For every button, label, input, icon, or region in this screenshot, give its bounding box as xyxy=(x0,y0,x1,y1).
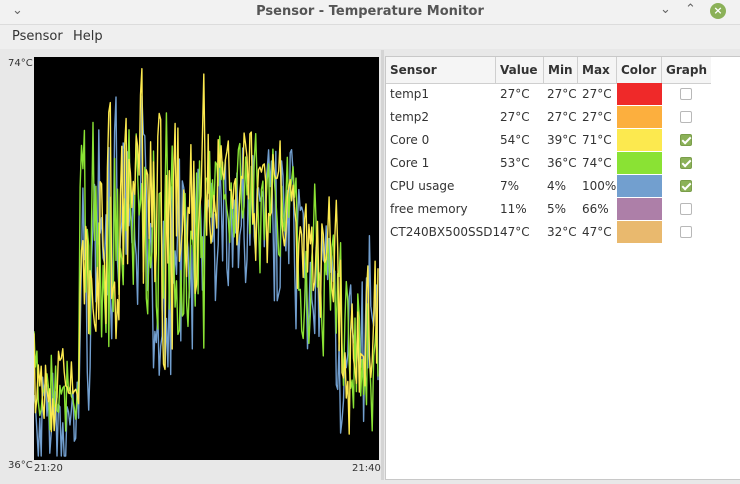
sensor-name: CT240BX500SSD1 xyxy=(390,225,501,239)
close-icon[interactable]: × xyxy=(710,3,726,19)
sensor-value: 53°C xyxy=(500,156,530,170)
sensor-min: 27°C xyxy=(547,110,577,124)
sensor-value: 27°C xyxy=(500,110,530,124)
column-header-max[interactable]: Max xyxy=(578,57,617,83)
sensor-min: 27°C xyxy=(547,87,577,101)
color-swatch[interactable] xyxy=(617,129,662,151)
window-title: Psensor - Temperature Monitor xyxy=(256,4,484,19)
graph-checkbox[interactable] xyxy=(680,88,692,100)
color-swatch[interactable] xyxy=(617,106,662,128)
title-bar: ⌄ Psensor - Temperature Monitor ⌄ ⌃ × xyxy=(0,0,740,25)
sensor-max: 100% xyxy=(582,179,617,193)
sensor-min: 5% xyxy=(547,202,567,216)
y-axis-min-label: 36°C xyxy=(8,460,33,471)
graph-line-core-0 xyxy=(34,67,379,435)
color-swatch[interactable] xyxy=(617,175,662,197)
menu-help[interactable]: Help xyxy=(73,29,103,44)
sensor-value: 54°C xyxy=(500,133,530,147)
column-header-sensor[interactable]: Sensor xyxy=(386,57,496,83)
table-row[interactable]: temp1 27°C 27°C 27°C xyxy=(386,83,711,106)
sensor-graph xyxy=(34,57,379,460)
sensor-value: 27°C xyxy=(500,87,530,101)
sensor-value: 7% xyxy=(500,179,520,193)
table-row[interactable]: Core 1 53°C 36°C 74°C xyxy=(386,152,711,175)
column-header-color[interactable]: Color xyxy=(617,57,662,83)
table-row[interactable]: free memory 11% 5% 66% xyxy=(386,198,711,221)
column-header-min[interactable]: Min xyxy=(544,57,578,83)
graph-checkbox[interactable] xyxy=(680,157,692,169)
table-row[interactable]: CPU usage 7% 4% 100% xyxy=(386,175,711,198)
sensor-max: 47°C xyxy=(582,225,612,239)
minimize-icon[interactable]: ⌄ xyxy=(660,2,671,17)
sensor-name: temp2 xyxy=(390,110,430,124)
sensor-name: temp1 xyxy=(390,87,430,101)
sensor-name: Core 1 xyxy=(390,156,430,170)
menu-bar: Psensor Help xyxy=(0,25,740,49)
sensor-max: 71°C xyxy=(582,133,612,147)
sensor-max: 27°C xyxy=(582,110,612,124)
sensor-graph-svg xyxy=(34,67,379,457)
sensor-name: Core 0 xyxy=(390,133,430,147)
sensor-value: 11% xyxy=(500,202,527,216)
maximize-icon[interactable]: ⌃ xyxy=(685,2,696,17)
sensor-max: 27°C xyxy=(582,87,612,101)
sensor-name: free memory xyxy=(390,202,468,216)
sensor-table: Sensor Value Min Max Color Graph temp1 2… xyxy=(385,56,740,480)
graph-checkbox[interactable] xyxy=(680,180,692,192)
column-header-value[interactable]: Value xyxy=(496,57,544,83)
sensor-max: 66% xyxy=(582,202,609,216)
graph-checkbox[interactable] xyxy=(680,111,692,123)
menu-psensor[interactable]: Psensor xyxy=(12,29,63,44)
graph-checkbox[interactable] xyxy=(680,203,692,215)
color-swatch[interactable] xyxy=(617,198,662,220)
sensor-min: 4% xyxy=(547,179,567,193)
sensor-min: 32°C xyxy=(547,225,577,239)
column-header-graph[interactable]: Graph xyxy=(662,57,711,83)
color-swatch[interactable] xyxy=(617,152,662,174)
x-axis-start-label: 21:20 xyxy=(34,463,63,474)
sensor-max: 74°C xyxy=(582,156,612,170)
graph-pane: 74°C 36°C 21:20 21:40 xyxy=(0,50,381,480)
pane-divider[interactable] xyxy=(381,50,384,480)
table-header: Sensor Value Min Max Color Graph xyxy=(386,57,711,84)
x-axis-end-label: 21:40 xyxy=(352,463,381,474)
graph-checkbox[interactable] xyxy=(680,226,692,238)
sensor-min: 39°C xyxy=(547,133,577,147)
sensor-value: 47°C xyxy=(500,225,530,239)
sensor-min: 36°C xyxy=(547,156,577,170)
graph-checkbox[interactable] xyxy=(680,134,692,146)
color-swatch[interactable] xyxy=(617,83,662,105)
table-row[interactable]: Core 0 54°C 39°C 71°C xyxy=(386,129,711,152)
color-swatch[interactable] xyxy=(617,221,662,243)
y-axis-max-label: 74°C xyxy=(8,58,33,69)
table-row[interactable]: CT240BX500SSD1 47°C 32°C 47°C xyxy=(386,221,711,244)
table-row[interactable]: temp2 27°C 27°C 27°C xyxy=(386,106,711,129)
sensor-name: CPU usage xyxy=(390,179,455,193)
